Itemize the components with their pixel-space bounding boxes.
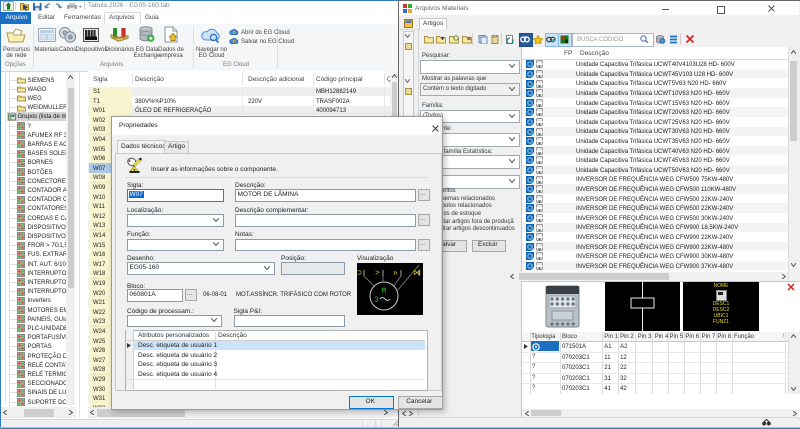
svg-text:>: > [375, 269, 380, 278]
svg-text:3: 3 [374, 296, 379, 305]
svg-text:»: » [393, 269, 398, 278]
svg-text:M: M [382, 287, 387, 296]
svg-text:⋈: ⋈ [413, 269, 421, 278]
svg-text:⊃: ⊃ [357, 269, 362, 278]
